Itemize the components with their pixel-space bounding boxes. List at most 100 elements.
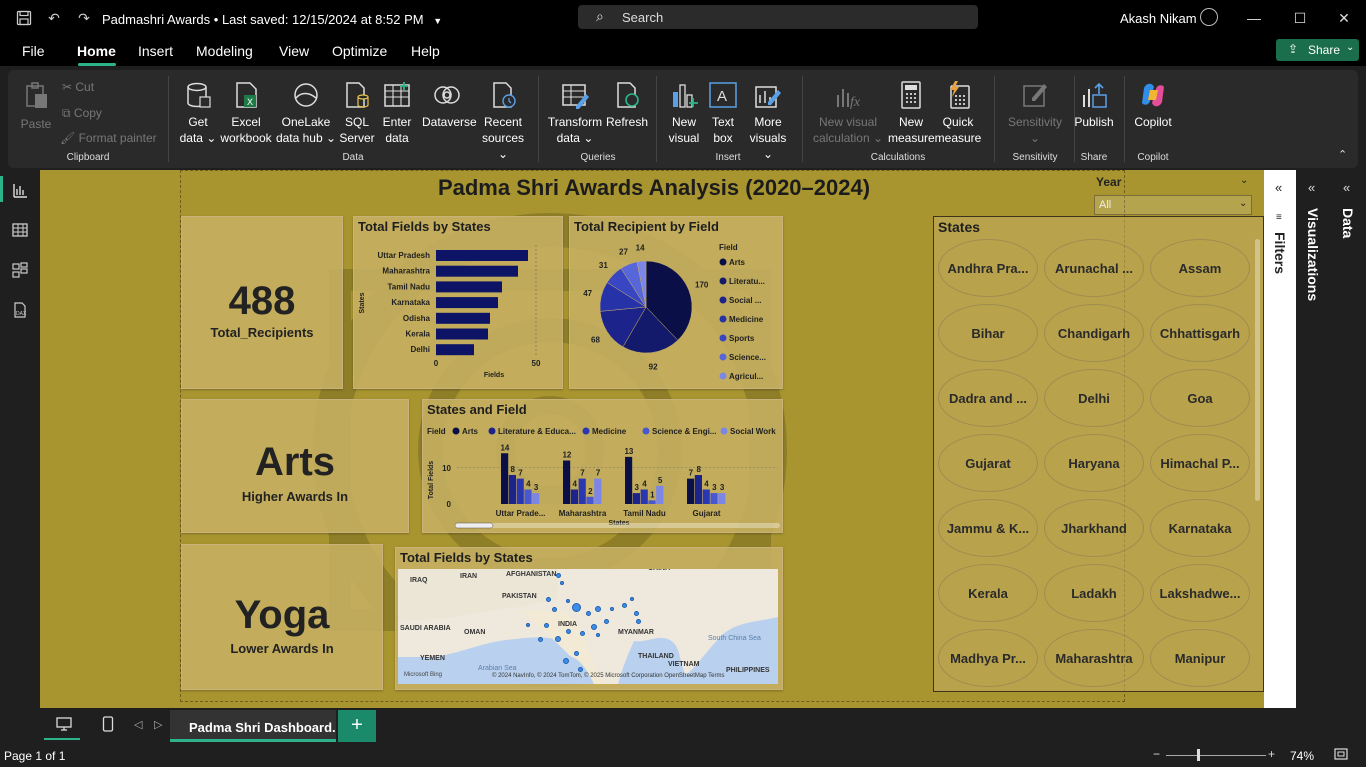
chevron-down-icon[interactable]: ⌄: [1240, 175, 1248, 186]
map-bubble[interactable]: [621, 602, 627, 608]
state-pill[interactable]: Delhi: [1044, 369, 1144, 427]
zoom-in-icon[interactable]: +: [1268, 747, 1275, 761]
more-visuals-button[interactable]: More visuals ⌄: [744, 80, 792, 162]
map-bubble[interactable]: [526, 623, 530, 627]
collapse-icon[interactable]: «: [1343, 180, 1350, 195]
page-tab[interactable]: Padma Shri Dashboard.: [170, 710, 336, 742]
collapse-icon[interactable]: «: [1308, 180, 1315, 195]
map-bubble[interactable]: [595, 606, 601, 612]
sql-server-button[interactable]: SQL Server: [338, 80, 376, 146]
excel-workbook-button[interactable]: X Excel workbook: [218, 80, 274, 146]
cut-button[interactable]: ✂ Cut: [62, 80, 94, 94]
state-pill[interactable]: Gujarat: [938, 434, 1038, 492]
map-bubble[interactable]: [577, 666, 583, 672]
collapse-ribbon-icon[interactable]: ⌃: [1338, 148, 1347, 161]
india-map[interactable]: IRAQ IRAN AFGHANISTAN PAKISTAN CHINA SAUDI AR…: [398, 569, 778, 684]
zoom-slider-thumb[interactable]: [1197, 749, 1200, 761]
state-pill[interactable]: Jammu & K...: [938, 499, 1038, 557]
transform-data-button[interactable]: Transform data ⌄: [546, 80, 604, 146]
copilot-button[interactable]: Copilot: [1132, 80, 1174, 130]
sensitivity-button[interactable]: Sensitivity ⌄: [1002, 80, 1068, 146]
collapse-icon[interactable]: «: [1275, 180, 1282, 195]
map-bubble[interactable]: [555, 572, 561, 578]
model-view-icon[interactable]: [12, 262, 28, 278]
map-bubble[interactable]: [591, 624, 597, 630]
close-icon[interactable]: ✕: [1334, 9, 1354, 27]
map-bubble[interactable]: [596, 633, 600, 637]
menu-modeling[interactable]: Modeling: [196, 43, 253, 59]
undo-icon[interactable]: ↶: [46, 10, 62, 26]
state-pill[interactable]: Maharashtra: [1044, 629, 1144, 687]
map-bubble[interactable]: [585, 610, 591, 616]
map-bubble[interactable]: [571, 602, 581, 612]
share-button[interactable]: ⇪ Share ⌄: [1276, 39, 1359, 61]
state-pill[interactable]: Assam: [1150, 239, 1250, 297]
map-bubble[interactable]: [630, 597, 634, 601]
map-bubble[interactable]: [545, 596, 551, 602]
menu-file[interactable]: File: [22, 43, 45, 59]
map-bubble[interactable]: [635, 618, 641, 624]
new-visual-button[interactable]: New visual: [664, 80, 704, 146]
prev-page-icon[interactable]: ◁: [134, 718, 142, 731]
copy-button[interactable]: ⧉ Copy: [62, 106, 102, 121]
menu-help[interactable]: Help: [411, 43, 440, 59]
user-name[interactable]: Akash Nikam: [1120, 11, 1197, 26]
fit-to-page-icon[interactable]: [1334, 748, 1348, 763]
refresh-button[interactable]: Refresh: [604, 80, 650, 130]
recent-sources-button[interactable]: Recent sources ⌄: [478, 80, 528, 162]
map-bubble[interactable]: [543, 622, 549, 628]
state-pill[interactable]: Arunachal ...: [1044, 239, 1144, 297]
state-pill[interactable]: Manipur: [1150, 629, 1250, 687]
minimize-icon[interactable]: —: [1244, 9, 1264, 27]
map-bubble[interactable]: [551, 606, 557, 612]
mobile-layout-button[interactable]: [102, 716, 114, 737]
next-page-icon[interactable]: ▷: [154, 718, 162, 731]
dax-query-icon[interactable]: DAX: [12, 302, 28, 318]
dataverse-button[interactable]: Dataverse: [422, 80, 477, 130]
map-bubble[interactable]: [579, 630, 585, 636]
paste-button[interactable]: Paste: [16, 80, 56, 132]
map-bubble[interactable]: [633, 610, 639, 616]
state-pill[interactable]: Dadra and ...: [938, 369, 1038, 427]
publish-button[interactable]: Publish: [1074, 80, 1114, 130]
table-view-icon[interactable]: [12, 222, 28, 238]
state-pill[interactable]: Haryana: [1044, 434, 1144, 492]
state-pill[interactable]: Ladakh: [1044, 564, 1144, 622]
kpi-card-lower[interactable]: Yoga Lower Awards In: [181, 544, 383, 690]
menu-optimize[interactable]: Optimize: [332, 43, 387, 59]
kpi-card-higher[interactable]: Arts Higher Awards In: [181, 399, 409, 533]
new-visual-calculation-button[interactable]: fx New visual calculation ⌄: [810, 80, 886, 146]
enter-data-button[interactable]: Enter data: [378, 80, 416, 146]
avatar[interactable]: [1200, 8, 1218, 26]
state-pill[interactable]: Andhra Pra...: [938, 239, 1038, 297]
state-pill[interactable]: Lakshadwe...: [1150, 564, 1250, 622]
map-bubble[interactable]: [563, 658, 569, 664]
chevron-down-icon[interactable]: ▼: [433, 16, 442, 26]
map-bubble[interactable]: [603, 618, 609, 624]
visualizations-pane[interactable]: « Visualizations: [1298, 170, 1330, 708]
chart-recipient-by-field[interactable]: Total Recipient by Field 170 92 68 47 31 27 14…: [569, 216, 783, 389]
state-pill[interactable]: Chandigarh: [1044, 304, 1144, 362]
add-page-button[interactable]: +: [338, 710, 376, 742]
search-input[interactable]: ⌕ Search: [578, 5, 978, 29]
text-box-button[interactable]: A Text box: [704, 80, 742, 146]
desktop-layout-button[interactable]: [44, 714, 80, 740]
save-icon[interactable]: [16, 10, 32, 26]
map-bubble[interactable]: [610, 607, 614, 611]
state-pill[interactable]: Karnataka: [1150, 499, 1250, 557]
state-pill[interactable]: Madhya Pr...: [938, 629, 1038, 687]
data-pane[interactable]: « Data: [1332, 170, 1366, 708]
state-pill[interactable]: Kerala: [938, 564, 1038, 622]
get-data-button[interactable]: Get data ⌄: [176, 80, 220, 146]
state-pill[interactable]: Bihar: [938, 304, 1038, 362]
zoom-slider[interactable]: [1166, 755, 1266, 756]
map-bubble[interactable]: [573, 650, 579, 656]
scrollbar[interactable]: [1255, 239, 1260, 501]
map-bubble[interactable]: [565, 628, 571, 634]
menu-home[interactable]: Home: [77, 43, 116, 59]
quick-measure-button[interactable]: Quick measure: [934, 80, 982, 146]
new-measure-button[interactable]: New measure: [888, 80, 935, 146]
map-bubble[interactable]: [555, 636, 561, 642]
chart-states-and-field[interactable]: States and Field Field Arts Literature & E…: [422, 399, 783, 533]
menu-insert[interactable]: Insert: [138, 43, 173, 59]
